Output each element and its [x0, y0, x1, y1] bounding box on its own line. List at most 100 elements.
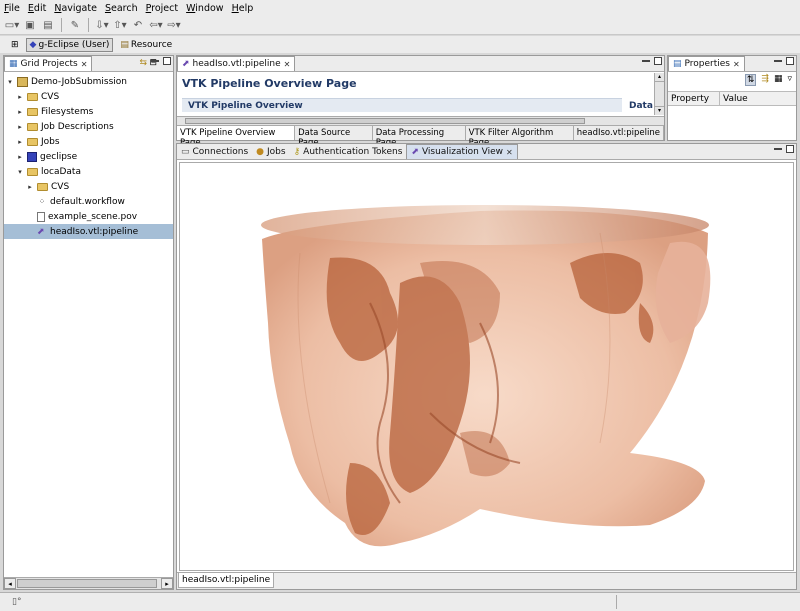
- expand-toggle-icon[interactable]: ▸: [16, 123, 24, 131]
- expand-toggle-icon[interactable]: ▸: [16, 138, 24, 146]
- next-annotation-icon[interactable]: ⇩▾: [94, 18, 110, 33]
- tree-item[interactable]: example_scene.pov: [26, 209, 137, 224]
- perspective-label: Resource: [130, 39, 173, 50]
- head-shell: [262, 210, 708, 547]
- tree-item[interactable]: ▸ CVS: [26, 179, 69, 194]
- close-icon[interactable]: ✕: [733, 60, 740, 69]
- expand-toggle-icon[interactable]: ▸: [16, 108, 24, 116]
- prev-annotation-icon[interactable]: ⇧▾: [112, 18, 128, 33]
- show-advanced-icon[interactable]: ⇶: [761, 74, 769, 86]
- restore-default-icon[interactable]: ▦: [774, 74, 783, 86]
- folder-icon: [27, 137, 38, 146]
- tree-item[interactable]: ⁘ default.workflow: [26, 194, 125, 209]
- scroll-up-icon[interactable]: ▴: [655, 73, 664, 82]
- tree-item-label: locaData: [41, 166, 81, 177]
- perspective-geclipse-user[interactable]: ◆ g-Eclipse (User): [25, 37, 114, 52]
- menu-help[interactable]: Help: [232, 3, 254, 14]
- new-wizard-icon[interactable]: ▭▾: [4, 18, 20, 33]
- tree-item[interactable]: ▸ CVS: [16, 89, 59, 104]
- open-perspective-icon[interactable]: ⊞: [8, 38, 22, 52]
- tab-headiso-pipeline[interactable]: ⬈ headIso.vtl:pipeline ✕: [177, 56, 296, 71]
- minimize-icon[interactable]: [151, 57, 159, 62]
- sync-icon[interactable]: ⇆: [139, 58, 147, 68]
- show-categories-icon[interactable]: ⇅: [744, 74, 757, 86]
- tree-item[interactable]: ▸ Jobs: [16, 134, 60, 149]
- tree-item-selected[interactable]: ⬈ headIso.vtl:pipeline: [4, 224, 173, 239]
- scroll-thumb[interactable]: [185, 118, 585, 124]
- minimize-icon[interactable]: [774, 57, 782, 62]
- perspective-resource[interactable]: ▤ Resource: [117, 38, 175, 52]
- page-tab-source[interactable]: headIso.vtl:pipeline: [574, 126, 664, 140]
- expand-toggle-icon[interactable]: ▸: [16, 153, 24, 161]
- print-icon[interactable]: ▤: [40, 18, 56, 33]
- properties-window-controls: [774, 57, 794, 65]
- tab-connections[interactable]: ▭ Connections: [177, 144, 252, 159]
- expand-toggle-icon[interactable]: ▸: [16, 93, 24, 101]
- scroll-thumb[interactable]: [17, 579, 157, 588]
- column-property[interactable]: Property: [668, 92, 720, 105]
- status-separator: [616, 595, 617, 609]
- pipeline-icon: ⬈: [37, 226, 45, 237]
- fast-view-icon[interactable]: ▯°: [12, 597, 21, 607]
- folder-icon: [27, 122, 38, 131]
- resource-perspective-icon: ▤: [120, 39, 129, 50]
- menu-project[interactable]: Project: [146, 3, 179, 14]
- editor-hscrollbar[interactable]: [177, 116, 664, 125]
- maximize-icon[interactable]: [163, 57, 171, 65]
- page-tab-data-processing[interactable]: Data Processing Page: [373, 126, 466, 148]
- tab-visualization-view[interactable]: ⬈ Visualization View ✕: [406, 144, 518, 159]
- wand-icon[interactable]: ✎: [67, 18, 83, 33]
- forward-icon[interactable]: ⇨▾: [166, 18, 182, 33]
- render-canvas[interactable]: [179, 162, 794, 571]
- minimize-icon[interactable]: [642, 57, 650, 62]
- maximize-icon[interactable]: [786, 145, 794, 153]
- scroll-left-icon[interactable]: ◂: [4, 578, 16, 589]
- menu-file[interactable]: File: [4, 3, 20, 14]
- menu-window[interactable]: Window: [186, 3, 223, 14]
- expand-toggle-icon[interactable]: ▸: [26, 183, 34, 191]
- back-icon[interactable]: ⇦▾: [148, 18, 164, 33]
- tree-item[interactable]: ▾ locaData: [16, 164, 81, 179]
- main-toolbar: ▭▾ ▣ ▤ ✎ ⇩▾ ⇧▾ ↶ ⇦▾ ⇨▾: [0, 16, 800, 35]
- close-icon[interactable]: ✕: [81, 60, 88, 69]
- close-icon[interactable]: ✕: [284, 60, 291, 69]
- tree-item-label: Jobs: [41, 136, 60, 147]
- last-edit-icon[interactable]: ↶: [130, 18, 146, 33]
- tab-authentication-tokens[interactable]: ⚷ Authentication Tokens: [290, 144, 407, 159]
- toolbar-separator: [88, 18, 89, 32]
- head-shell-rim: [261, 205, 709, 245]
- project-icon: [17, 76, 28, 87]
- menu-edit[interactable]: Edit: [28, 3, 46, 14]
- close-icon[interactable]: ✕: [506, 148, 513, 157]
- expand-toggle-icon[interactable]: ▾: [6, 78, 14, 86]
- tree-item[interactable]: ▸ Job Descriptions: [16, 119, 113, 134]
- maximize-icon[interactable]: [654, 57, 662, 65]
- menu-search[interactable]: Search: [105, 3, 138, 14]
- page-tab-data-source[interactable]: Data Source Page: [295, 126, 373, 148]
- editor-window-controls: [642, 57, 662, 65]
- horizontal-scrollbar[interactable]: ◂ ▸: [4, 577, 173, 589]
- tab-properties[interactable]: ▤ Properties ✕: [668, 56, 745, 71]
- column-value[interactable]: Value: [720, 92, 751, 105]
- page-tab-overview[interactable]: VTK Pipeline Overview Page: [177, 126, 296, 148]
- tab-grid-projects[interactable]: ▦ Grid Projects ✕: [4, 56, 93, 71]
- tab-jobs[interactable]: ● Jobs: [252, 144, 289, 159]
- footer-tab-headiso[interactable]: headIso.vtl:pipeline: [178, 573, 275, 588]
- scroll-down-icon[interactable]: ▾: [655, 106, 664, 115]
- tree-item[interactable]: ▸ geclipse: [16, 149, 77, 164]
- vtk-iso-surface-render: [261, 205, 711, 547]
- maximize-icon[interactable]: [786, 57, 794, 65]
- menu-navigate[interactable]: Navigate: [54, 3, 97, 14]
- scroll-right-icon[interactable]: ▸: [161, 578, 173, 589]
- tab-label: Visualization View: [421, 147, 504, 157]
- minimize-icon[interactable]: [774, 145, 782, 150]
- pipeline-icon: ⬈: [182, 59, 190, 69]
- expand-toggle-icon[interactable]: ▾: [16, 168, 24, 176]
- view-menu-icon[interactable]: ▿: [787, 74, 792, 86]
- tree-item[interactable]: ▸ Filesystems: [16, 104, 93, 119]
- save-icon[interactable]: ▣: [22, 18, 38, 33]
- vertical-scrollbar[interactable]: ▴ ▾: [654, 73, 664, 115]
- tree-item[interactable]: ▾ Demo-JobSubmission: [6, 74, 127, 89]
- page-tab-vtk-filter[interactable]: VTK Filter Algorithm Page: [466, 126, 574, 148]
- properties-icon: ▤: [673, 59, 682, 69]
